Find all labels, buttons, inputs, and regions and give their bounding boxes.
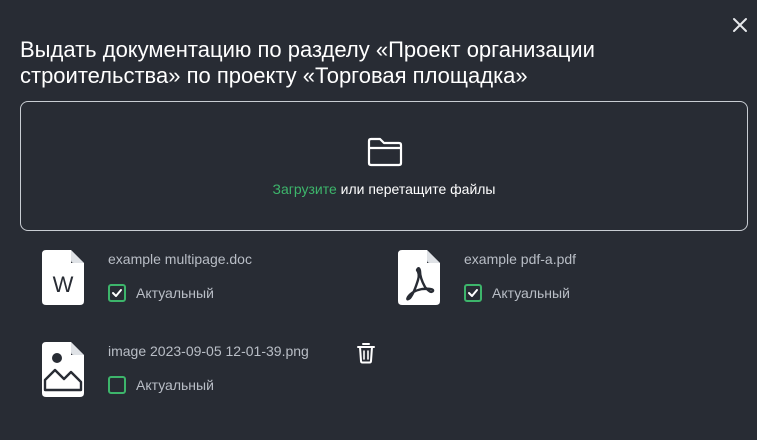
dropzone-caption: Загрузите или перетащите файлы bbox=[21, 180, 747, 198]
check-icon bbox=[112, 289, 122, 297]
file-name: example multipage.doc bbox=[108, 251, 252, 267]
dropzone-hint: или перетащите файлы bbox=[340, 181, 496, 197]
word-file-icon: W bbox=[42, 250, 84, 305]
issue-documentation-modal: Выдать документацию по разделу «Проект о… bbox=[0, 0, 757, 440]
actual-label: Актуальный bbox=[136, 377, 214, 393]
file-dropzone[interactable]: Загрузите или перетащите файлы bbox=[20, 101, 748, 231]
folder-icon bbox=[367, 137, 403, 167]
upload-link[interactable]: Загрузите bbox=[273, 181, 337, 197]
check-icon bbox=[468, 289, 478, 297]
file-name: example pdf-a.pdf bbox=[464, 251, 577, 267]
pdf-file-icon bbox=[398, 250, 440, 305]
actual-checkbox[interactable] bbox=[108, 284, 126, 302]
svg-text:W: W bbox=[53, 272, 74, 297]
file-name: image 2023-09-05 12-01-39.png bbox=[108, 343, 309, 359]
actual-label: Актуальный bbox=[492, 285, 570, 301]
close-icon[interactable] bbox=[729, 14, 751, 36]
delete-icon[interactable] bbox=[356, 342, 376, 364]
actual-checkbox[interactable] bbox=[464, 284, 482, 302]
modal-title: Выдать документацию по разделу «Проект о… bbox=[20, 37, 595, 88]
actual-label: Актуальный bbox=[136, 285, 214, 301]
image-file-icon bbox=[42, 342, 84, 397]
actual-checkbox[interactable] bbox=[108, 376, 126, 394]
